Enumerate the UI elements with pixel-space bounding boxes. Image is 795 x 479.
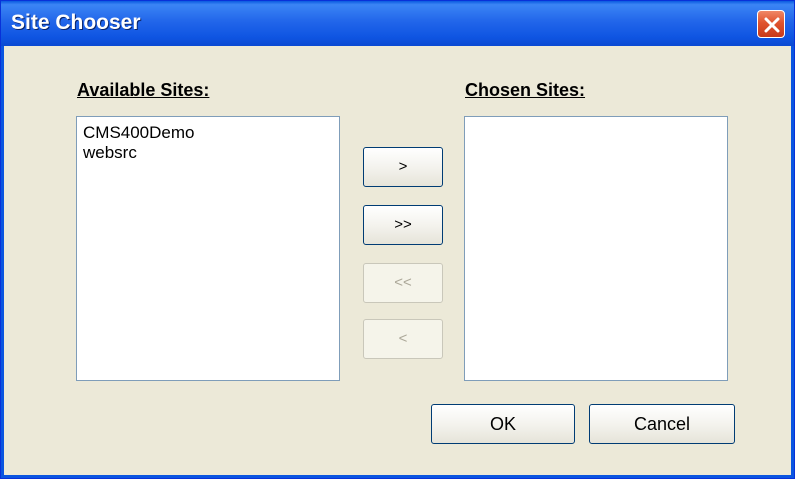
chosen-sites-list[interactable] [464, 116, 728, 381]
remove-all-button[interactable]: << [363, 263, 443, 303]
dialog-title: Site Chooser [11, 11, 141, 34]
chosen-sites-label: Chosen Sites: [465, 80, 586, 100]
title-bar[interactable]: Site Chooser [1, 1, 794, 46]
available-sites-list[interactable]: CMS400Demo websrc [76, 116, 340, 381]
close-button[interactable] [757, 10, 785, 38]
window-frame-bottom [1, 475, 794, 478]
site-chooser-dialog: Site Chooser Available Sites: CMS400Demo… [0, 0, 795, 479]
remove-selected-button[interactable]: < [363, 319, 443, 359]
add-all-button[interactable]: >> [363, 205, 443, 245]
ok-button[interactable]: OK [431, 404, 575, 444]
available-sites-label: Available Sites: [77, 80, 210, 100]
list-item[interactable]: CMS400Demo [81, 123, 335, 143]
list-item[interactable]: websrc [81, 143, 335, 163]
cancel-button[interactable]: Cancel [589, 404, 735, 444]
add-selected-button[interactable]: > [363, 147, 443, 187]
window-frame-left [1, 46, 4, 478]
close-icon [764, 17, 780, 33]
window-frame-right [791, 46, 794, 478]
